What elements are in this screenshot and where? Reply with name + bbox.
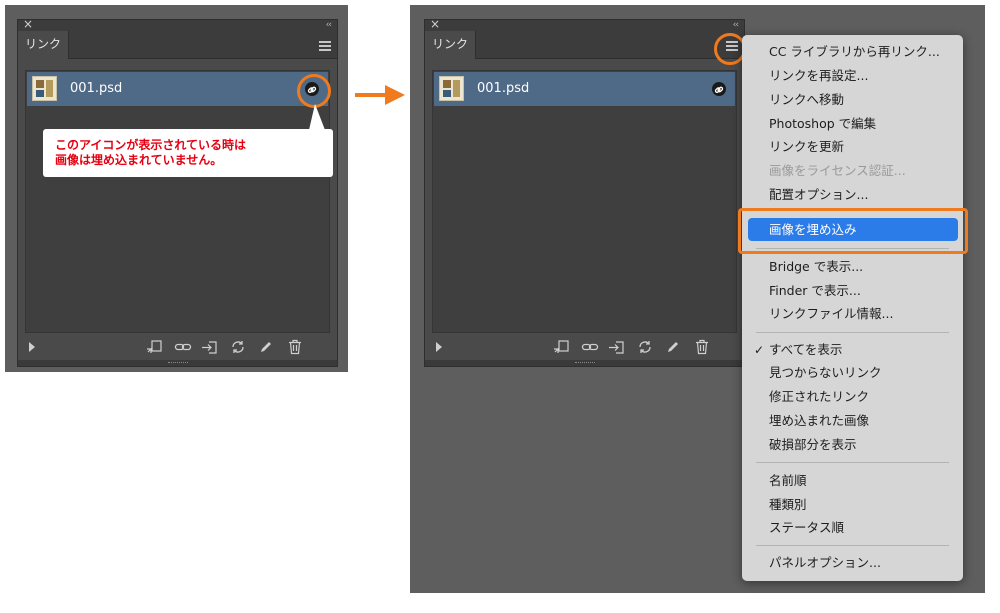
edit-original-icon[interactable] xyxy=(664,339,682,355)
edit-original-icon[interactable] xyxy=(257,339,275,355)
collapse-icon[interactable]: ‹‹ xyxy=(733,18,739,32)
checkmark-icon: ✓ xyxy=(754,343,765,357)
callout-pointer xyxy=(309,104,325,130)
callout-note: このアイコンが表示されている時は 画像は埋め込まれていません。 xyxy=(43,129,333,177)
menu-item-embedded-images[interactable]: 埋め込まれた画像 xyxy=(769,411,869,431)
links-list: 001.psd xyxy=(432,70,737,333)
tab-bar: リンク xyxy=(18,31,337,59)
collapse-icon[interactable]: ‹‹ xyxy=(326,18,332,32)
menu-item-sort-by-type[interactable]: 種類別 xyxy=(769,495,807,515)
callout-line-1: このアイコンが表示されている時は xyxy=(55,138,247,152)
links-panel: × ‹‹ リンク 001.psd xyxy=(424,17,745,367)
relink-icon[interactable] xyxy=(581,339,599,355)
panel-title-strip: × ‹‹ xyxy=(425,17,744,32)
panel-toolbar xyxy=(18,336,337,358)
trash-icon[interactable] xyxy=(286,339,304,355)
resize-grip[interactable] xyxy=(18,360,337,366)
resize-grip[interactable] xyxy=(425,360,744,366)
menu-item-edit-in-photoshop[interactable]: Photoshop で編集 xyxy=(769,114,876,134)
menu-item-panel-options[interactable]: パネルオプション... xyxy=(769,553,881,573)
menu-item-relink[interactable]: リンクを再設定... xyxy=(769,66,868,86)
update-link-icon[interactable] xyxy=(229,339,247,355)
tab-links[interactable]: リンク xyxy=(18,31,69,59)
link-row[interactable]: 001.psd xyxy=(434,72,735,106)
left-screenshot: × ‹‹ リンク 001.psd このアイコンが表示されている時は 画像は埋め込… xyxy=(5,5,348,372)
menu-item-show-all[interactable]: すべてを表示 xyxy=(769,340,842,360)
menu-item-show-broken[interactable]: 破損部分を表示 xyxy=(769,435,857,455)
menu-item-placement-options[interactable]: 配置オプション... xyxy=(769,185,868,205)
menu-item-sort-by-name[interactable]: 名前順 xyxy=(769,471,807,491)
relink-cc-library-icon[interactable] xyxy=(146,339,164,355)
link-row[interactable]: 001.psd xyxy=(27,72,328,106)
links-list: 001.psd xyxy=(25,70,330,333)
menu-item-reveal-in-finder[interactable]: Finder で表示... xyxy=(769,281,861,301)
panel-flyout-menu: CC ライブラリから再リンク... リンクを再設定... リンクへ移動 Phot… xyxy=(742,35,963,581)
expand-arrow-icon[interactable] xyxy=(436,342,442,352)
menu-item-missing-links[interactable]: 見つからないリンク xyxy=(769,363,882,383)
panel-menu-icon[interactable] xyxy=(319,41,331,51)
menu-separator xyxy=(756,545,949,546)
link-status-icon[interactable] xyxy=(712,82,726,96)
embed-highlight-box xyxy=(738,208,968,254)
file-thumbnail xyxy=(439,76,464,101)
trash-icon[interactable] xyxy=(693,339,711,355)
file-name: 001.psd xyxy=(70,81,123,96)
go-to-link-icon[interactable] xyxy=(201,339,219,355)
menu-item-go-to-link[interactable]: リンクへ移動 xyxy=(769,90,844,110)
callout-line-2: 画像は埋め込まれていません。 xyxy=(55,153,223,167)
menu-item-update-link[interactable]: リンクを更新 xyxy=(769,137,844,157)
close-icon[interactable]: × xyxy=(23,17,33,31)
menu-item-reveal-in-bridge[interactable]: Bridge で表示... xyxy=(769,257,863,277)
menu-item-license-image: 画像をライセンス認証... xyxy=(769,163,906,178)
relink-icon[interactable] xyxy=(174,339,192,355)
menu-item-sort-by-status[interactable]: ステータス順 xyxy=(769,518,844,538)
menu-item-modified-links[interactable]: 修正されたリンク xyxy=(769,387,869,407)
panel-title-strip: × ‹‹ xyxy=(18,17,337,32)
panel-toolbar xyxy=(425,336,744,358)
file-name: 001.psd xyxy=(477,81,530,96)
relink-cc-library-icon[interactable] xyxy=(553,339,571,355)
update-link-icon[interactable] xyxy=(636,339,654,355)
close-icon[interactable]: × xyxy=(430,17,440,31)
menu-separator xyxy=(756,462,949,463)
tab-bar: リンク xyxy=(425,31,744,59)
expand-arrow-icon[interactable] xyxy=(29,342,35,352)
arrow-right-icon xyxy=(355,85,405,105)
tab-links[interactable]: リンク xyxy=(425,31,476,59)
menu-item-link-file-info[interactable]: リンクファイル情報... xyxy=(769,304,893,324)
menu-separator xyxy=(756,332,949,333)
menu-item-relink-cc-library[interactable]: CC ライブラリから再リンク... xyxy=(769,42,940,62)
links-panel: × ‹‹ リンク 001.psd xyxy=(17,17,338,367)
file-thumbnail xyxy=(32,76,57,101)
go-to-link-icon[interactable] xyxy=(608,339,626,355)
